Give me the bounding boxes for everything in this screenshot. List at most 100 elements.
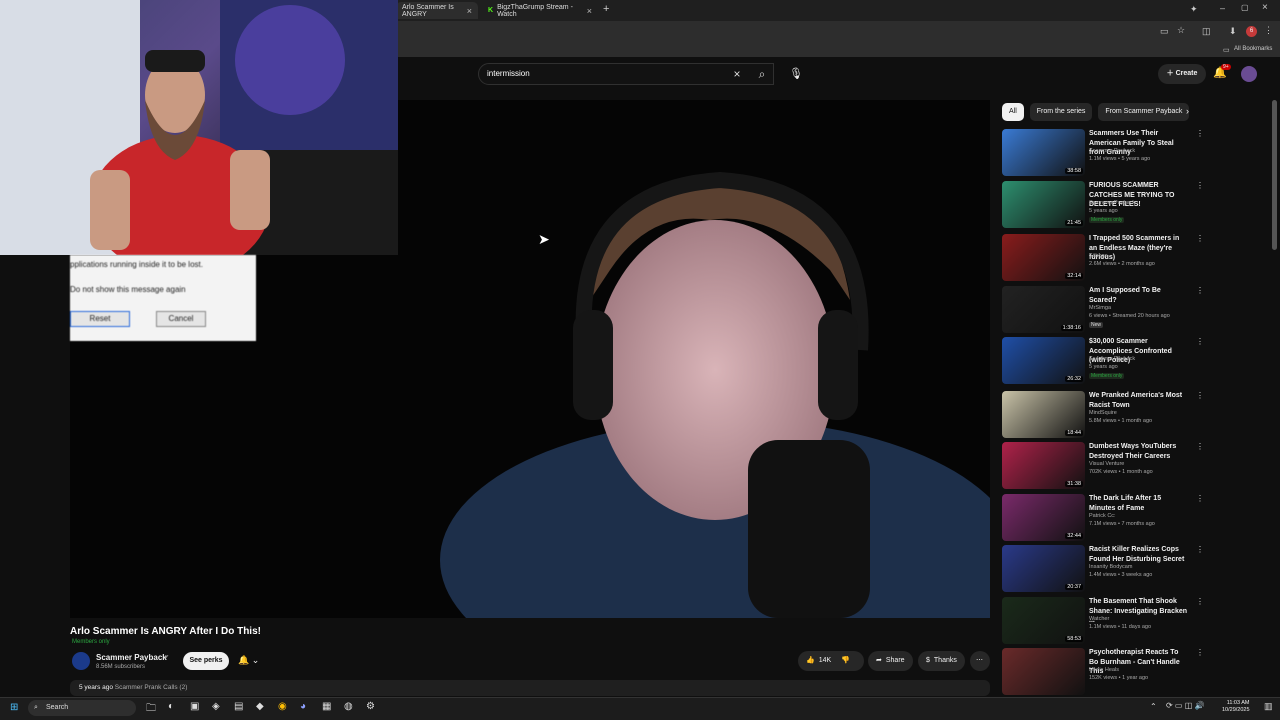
- recommendation-card[interactable]: 31:38 Dumbest Ways YouTubers Destroyed Th…: [1002, 442, 1204, 492]
- video-thumbnail[interactable]: 38:58: [1002, 129, 1085, 176]
- more-options-icon[interactable]: ⋮: [1196, 337, 1204, 346]
- recommendation-card[interactable]: 21:45 FURIOUS SCAMMER CATCHES ME TRYING T…: [1002, 181, 1204, 231]
- channel-avatar[interactable]: [72, 652, 90, 670]
- more-options-icon[interactable]: ⋮: [1196, 129, 1204, 138]
- recommendation-card[interactable]: 26:32 $30,000 Scammer Accomplices Confron…: [1002, 337, 1204, 387]
- video-title[interactable]: We Pranked America's Most Racist Town: [1089, 391, 1189, 410]
- recommendation-card[interactable]: 38:58 Scammers Use Their American Family …: [1002, 129, 1204, 179]
- app-icon[interactable]: ▦: [322, 701, 331, 712]
- recommendation-card[interactable]: 18:44 We Pranked America's Most Racist To…: [1002, 391, 1204, 441]
- account-avatar[interactable]: [1241, 66, 1257, 82]
- sidepanel-icon[interactable]: ◫: [1202, 26, 1211, 37]
- notification-icon[interactable]: ▥: [1264, 701, 1273, 712]
- store-icon[interactable]: ▣: [190, 701, 199, 712]
- downloads-icon[interactable]: ⬇: [1229, 26, 1237, 37]
- recommendation-card[interactable]: 58:53 The Basement That Shook Shane: Inve…: [1002, 597, 1204, 647]
- more-options-icon[interactable]: ⋮: [1196, 648, 1204, 657]
- minimize-button[interactable]: –: [1220, 3, 1225, 13]
- tab-bigzthagrump[interactable]: K BigzThaGrump Stream - Watch ×: [482, 2, 598, 19]
- app-icon[interactable]: ▤: [234, 701, 243, 712]
- more-actions-button[interactable]: ⋯: [970, 651, 990, 671]
- channel-name[interactable]: Visual Venture: [1089, 461, 1124, 467]
- video-thumbnail[interactable]: 26:32: [1002, 337, 1085, 384]
- recommendation-card[interactable]: 32:44 The Dark Life After 15 Minutes of F…: [1002, 494, 1204, 544]
- search-icon[interactable]: ⌕: [748, 63, 776, 85]
- video-title[interactable]: Dumbest Ways YouTubers Destroyed Their C…: [1089, 442, 1189, 461]
- more-options-icon[interactable]: ⋮: [1196, 545, 1204, 554]
- video-thumbnail[interactable]: 58:53: [1002, 597, 1085, 644]
- description-box[interactable]: 5 years ago Scammer Prank Calls (2): [70, 680, 990, 696]
- channel-name[interactable]: Scammer Payback: [1089, 356, 1135, 362]
- star-icon[interactable]: ☆: [1177, 25, 1185, 36]
- taskbar-search[interactable]: ⌕ Search: [28, 700, 136, 716]
- recommendation-card[interactable]: 32:14 I Trapped 500 Scammers in an Endles…: [1002, 234, 1204, 284]
- microphone-icon[interactable]: 🎙: [786, 63, 806, 85]
- extensions-icon[interactable]: ✦: [1190, 4, 1198, 15]
- share-button[interactable]: ➦ Share: [868, 651, 913, 671]
- scrollbar[interactable]: [1272, 100, 1277, 250]
- channel-name[interactable]: Patrick Cc:: [1089, 513, 1116, 519]
- close-icon[interactable]: ×: [587, 6, 592, 16]
- channel-name[interactable]: Scammer Payback: [96, 653, 167, 662]
- new-tab-button[interactable]: +: [603, 3, 609, 15]
- thanks-button[interactable]: $ Thanks: [918, 651, 965, 671]
- app-icon[interactable]: ◈: [212, 701, 220, 712]
- window-close-button[interactable]: ×: [1262, 2, 1268, 13]
- windows-start-icon[interactable]: ⊞: [10, 702, 18, 713]
- more-options-icon[interactable]: ⋮: [1196, 597, 1204, 606]
- chip-all[interactable]: All: [1002, 103, 1024, 121]
- channel-name[interactable]: Scammer Payback: [1089, 200, 1135, 206]
- all-bookmarks[interactable]: All Bookmarks: [1234, 46, 1272, 52]
- see-perks-button[interactable]: See perks: [183, 652, 229, 670]
- tab-arlo-scammer[interactable]: Arlo Scammer Is ANGRY ×: [396, 2, 478, 19]
- video-title[interactable]: Am I Supposed To Be Scared?: [1089, 286, 1189, 305]
- profile-avatar[interactable]: 6: [1246, 26, 1257, 37]
- video-thumbnail[interactable]: 18:44: [1002, 391, 1085, 438]
- tray-chevron-icon[interactable]: ⌃: [1150, 702, 1157, 711]
- like-button[interactable]: 👍 14K 👎: [798, 651, 864, 671]
- menu-icon[interactable]: ⋮: [1264, 25, 1273, 36]
- clear-search-icon[interactable]: ×: [730, 63, 744, 85]
- more-options-icon[interactable]: ⋮: [1196, 494, 1204, 503]
- video-title[interactable]: The Dark Life After 15 Minutes of Fame: [1089, 494, 1189, 513]
- video-thumbnail[interactable]: 1:38:16: [1002, 286, 1085, 333]
- channel-name[interactable]: Music Heals: [1089, 667, 1119, 673]
- channel-name[interactable]: Watcher: [1089, 616, 1109, 622]
- channel-name[interactable]: MindSquire: [1089, 410, 1117, 416]
- chip-from-series[interactable]: From the series: [1029, 103, 1093, 121]
- more-options-icon[interactable]: ⋮: [1196, 391, 1204, 400]
- recommendation-card[interactable]: 20:37 Racist Killer Realizes Cops Found H…: [1002, 545, 1204, 595]
- video-thumbnail[interactable]: 20:37: [1002, 545, 1085, 592]
- clock[interactable]: 11:03 AM 10/29/2025: [1222, 700, 1250, 714]
- channel-name[interactable]: Insanity Bodycam: [1089, 564, 1132, 570]
- close-icon[interactable]: ×: [467, 6, 472, 16]
- create-button[interactable]: ＋ Create: [1158, 64, 1206, 84]
- more-options-icon[interactable]: ⋮: [1196, 181, 1204, 190]
- more-options-icon[interactable]: ⋮: [1196, 234, 1204, 243]
- channel-name[interactable]: Scammer Payback: [1089, 148, 1135, 154]
- maximize-button[interactable]: ▢: [1241, 3, 1249, 12]
- video-title[interactable]: Racist Killer Realizes Cops Found Her Di…: [1089, 545, 1189, 564]
- edge-icon[interactable]: ◐: [168, 701, 174, 712]
- recommendation-card[interactable]: 1:38:16 Am I Supposed To Be Scared? MrSimg…: [1002, 286, 1204, 336]
- tray-icons[interactable]: ⟳ ▭ ◫ 🔊: [1166, 701, 1204, 710]
- recommendation-card[interactable]: Psychotherapist Reacts To Bo Burnham - C…: [1002, 648, 1204, 698]
- video-thumbnail[interactable]: 21:45: [1002, 181, 1085, 228]
- discord-icon[interactable]: ◕: [300, 701, 306, 712]
- more-options-icon[interactable]: ⋮: [1196, 442, 1204, 451]
- video-thumbnail[interactable]: 32:14: [1002, 234, 1085, 281]
- more-options-icon[interactable]: ⋮: [1196, 286, 1204, 295]
- video-thumbnail[interactable]: 32:44: [1002, 494, 1085, 541]
- chevron-right-icon[interactable]: ›: [1186, 106, 1189, 116]
- app-icon[interactable]: ◆: [256, 701, 264, 712]
- thumbs-down-icon[interactable]: 👎: [841, 651, 850, 671]
- channel-name[interactable]: Kitboga: [1089, 253, 1108, 259]
- file-explorer-icon[interactable]: 🗀: [146, 701, 156, 718]
- video-thumbnail[interactable]: 31:38: [1002, 442, 1085, 489]
- video-thumbnail[interactable]: [1002, 648, 1085, 695]
- cast-icon[interactable]: ▭: [1160, 26, 1169, 37]
- chrome-icon[interactable]: ◉: [278, 701, 287, 712]
- steam-icon[interactable]: ◍: [344, 701, 353, 712]
- subscription-bell-icon[interactable]: 🔔 ⌄: [238, 655, 259, 666]
- chip-from-channel[interactable]: From Scammer Payback: [1098, 103, 1190, 121]
